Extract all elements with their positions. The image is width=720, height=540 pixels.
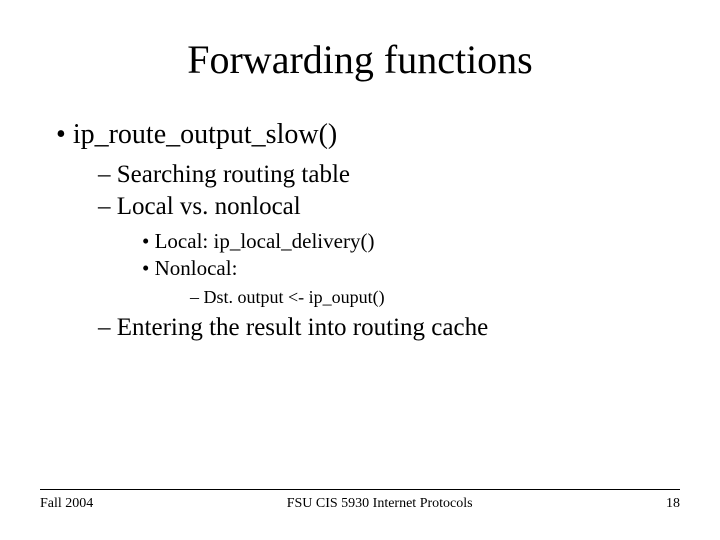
bullet-lvl3: Nonlocal: Dst. output <- ip_ouput() (142, 256, 664, 308)
bullet-text: Searching routing table (117, 161, 350, 188)
bullet-text: Local vs. nonlocal (117, 193, 301, 220)
footer-left: Fall 2004 (40, 496, 93, 512)
bullet-text: Nonlocal: (155, 256, 238, 280)
bullet-lvl2: Entering the result into routing cache (98, 314, 664, 342)
bullet-lvl3: Local: ip_local_delivery() (142, 229, 664, 254)
slide-number: 18 (666, 496, 680, 512)
bullet-list-lvl3: Local: ip_local_delivery() Nonlocal: Dst… (98, 229, 664, 308)
slide: Forwarding functions ip_route_output_slo… (0, 0, 720, 540)
bullet-text: Dst. output <- ip_ouput() (204, 287, 385, 307)
bullet-text: ip_route_output_slow() (73, 119, 337, 150)
bullet-list-lvl4: Dst. output <- ip_ouput() (142, 287, 664, 308)
footer-center: FSU CIS 5930 Internet Protocols (93, 496, 666, 512)
bullet-list-lvl2: Searching routing table Local vs. nonloc… (56, 161, 664, 342)
bullet-lvl1: ip_route_output_slow() Searching routing… (56, 119, 664, 342)
slide-footer: Fall 2004 FSU CIS 5930 Internet Protocol… (0, 489, 720, 512)
slide-title: Forwarding functions (56, 36, 664, 83)
bullet-text: Entering the result into routing cache (117, 314, 488, 341)
footer-divider (40, 489, 680, 490)
bullet-lvl4: Dst. output <- ip_ouput() (190, 287, 664, 308)
bullet-lvl2: Local vs. nonlocal Local: ip_local_deliv… (98, 193, 664, 308)
footer-row: Fall 2004 FSU CIS 5930 Internet Protocol… (40, 496, 680, 512)
bullet-list: ip_route_output_slow() Searching routing… (56, 119, 664, 342)
bullet-lvl2: Searching routing table (98, 161, 664, 189)
bullet-text: Local: ip_local_delivery() (155, 229, 375, 253)
